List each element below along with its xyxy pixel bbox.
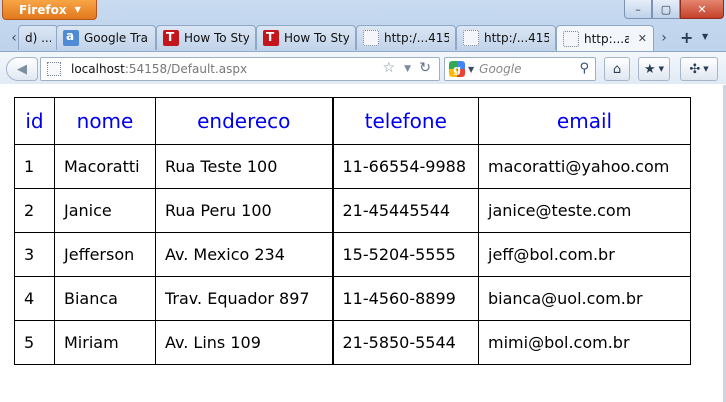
google-translate-icon — [63, 29, 79, 46]
tab-label: How To Styl... — [184, 31, 249, 45]
cell-id: 3 — [14, 232, 55, 277]
tab-how-to-style-2[interactable]: How To Styl... — [256, 25, 356, 50]
search-bar[interactable]: g ▼ ⚲ — [444, 57, 596, 81]
navigation-toolbar: ◀ localhost :54158/Default.aspx ☆ ▼ ↻ g … — [0, 51, 726, 84]
cell-email: jeff@bol.com.br — [478, 232, 691, 277]
blank-page-icon — [363, 30, 379, 46]
back-button[interactable]: ◀ — [6, 57, 38, 81]
chevron-down-icon: ▼ — [74, 5, 81, 14]
cell-nome: Macoratti — [54, 144, 156, 189]
tab-how-to-style-1[interactable]: How To Styl... — [156, 25, 256, 50]
cell-endereco: Trav. Equador 897 — [155, 276, 333, 321]
chevron-down-icon[interactable]: ▼ — [468, 65, 474, 74]
cell-endereco: Rua Peru 100 — [155, 188, 333, 233]
cell-id: 1 — [14, 144, 55, 189]
tab-label: Google Tra... — [84, 31, 149, 45]
cell-id: 4 — [14, 276, 55, 321]
tab-localhost-2[interactable]: http:/...4158/ — [456, 25, 556, 50]
blank-page-icon — [563, 30, 579, 47]
list-all-tabs-icon[interactable]: ▼ — [702, 32, 708, 41]
url-host: localhost — [71, 62, 125, 76]
cell-endereco: Av. Lins 109 — [155, 320, 333, 365]
cell-telefone: 21-45445544 — [331, 188, 479, 233]
minimize-button[interactable]: – — [624, 0, 652, 19]
table-row: 4 Bianca Trav. Equador 897 11-4560-8899 … — [14, 276, 691, 321]
scroll-tabs-right-icon[interactable]: › — [656, 28, 672, 48]
cell-endereco: Rua Teste 100 — [155, 144, 333, 189]
tab-label: http:...aspx — [584, 31, 629, 46]
table-row: 5 Miriam Av. Lins 109 21-5850-5544 mimi@… — [14, 320, 691, 365]
table-row: 1 Macoratti Rua Teste 100 11-66554-9988 … — [14, 144, 691, 189]
cell-telefone: 21-5850-5544 — [331, 320, 479, 365]
bookmark-star-icon[interactable]: ☆ — [382, 60, 395, 76]
cell-telefone: 11-66554-9988 — [331, 144, 479, 189]
new-tab-icon[interactable]: + — [680, 28, 693, 47]
browser-chrome: Firefox ▼ – ▢ ✕ ‹ d) ... Google Tra... H… — [0, 0, 726, 84]
bookmarks-button[interactable]: ★ ▼ — [638, 57, 670, 81]
tab-google-translate[interactable]: Google Tra... — [56, 25, 156, 50]
tab-label: http:/...4158/ — [384, 31, 449, 45]
site-logo-icon — [163, 30, 179, 46]
cell-email: mimi@bol.com.br — [478, 320, 691, 365]
tab-label: d) ... — [25, 31, 51, 45]
table-row: 3 Jefferson Av. Mexico 234 15-5204-5555 … — [14, 232, 691, 277]
tab-0[interactable]: d) ... — [18, 25, 58, 50]
google-icon[interactable]: g — [449, 61, 465, 77]
column-header-nome: nome — [54, 97, 156, 145]
search-input[interactable] — [479, 62, 576, 76]
cell-email: bianca@uol.com.br — [478, 276, 691, 321]
addons-button[interactable]: ✣ ▼ — [680, 57, 718, 81]
back-arrow-icon: ◀ — [17, 61, 27, 77]
page-content: id nome endereco telefone email 1 Macora… — [0, 85, 726, 402]
close-window-button[interactable]: ✕ — [680, 0, 724, 19]
table-row: 2 Janice Rua Peru 100 21-45445544 janice… — [14, 188, 691, 233]
home-button[interactable]: ⌂ — [604, 57, 630, 81]
tab-localhost-1[interactable]: http:/...4158/ — [356, 25, 456, 50]
tab-active[interactable]: http:...aspx ✕ — [556, 25, 654, 51]
column-header-endereco: endereco — [155, 97, 333, 145]
history-dropdown-icon[interactable]: ▼ — [404, 64, 411, 74]
column-header-email: email — [478, 97, 691, 145]
cell-email: macoratti@yahoo.com — [478, 144, 691, 189]
tab-label: How To Styl... — [284, 31, 349, 45]
search-icon[interactable]: ⚲ — [579, 61, 589, 76]
cell-nome: Miriam — [54, 320, 156, 365]
cell-nome: Jefferson — [54, 232, 156, 277]
cell-endereco: Av. Mexico 234 — [155, 232, 333, 277]
window-controls: – ▢ ✕ — [624, 0, 724, 19]
cell-id: 2 — [14, 188, 55, 233]
table-header-row: id nome endereco telefone email — [14, 97, 691, 145]
column-header-id: id — [14, 97, 55, 145]
url-path: :54158/Default.aspx — [124, 62, 248, 76]
cell-id: 5 — [14, 320, 55, 365]
firefox-menu-label: Firefox — [19, 2, 67, 17]
site-identity-icon[interactable] — [47, 62, 61, 76]
column-header-telefone: telefone — [331, 97, 479, 145]
site-logo-icon — [263, 30, 279, 46]
chevron-down-icon: ▼ — [658, 65, 665, 73]
cell-nome: Bianca — [54, 276, 156, 321]
firefox-menu-button[interactable]: Firefox ▼ — [2, 0, 97, 20]
close-tab-icon[interactable]: ✕ — [638, 32, 647, 45]
tab-strip: ‹ d) ... Google Tra... How To Styl... Ho… — [0, 24, 726, 51]
cell-telefone: 15-5204-5555 — [331, 232, 479, 277]
address-bar[interactable]: localhost :54158/Default.aspx ☆ ▼ ↻ — [40, 57, 440, 81]
maximize-button[interactable]: ▢ — [652, 0, 680, 19]
tab-label: http:/...4158/ — [484, 31, 549, 45]
puzzle-icon: ✣ — [689, 61, 701, 77]
cell-email: janice@teste.com — [478, 188, 691, 233]
reload-icon[interactable]: ↻ — [419, 60, 431, 76]
data-grid: id nome endereco telefone email 1 Macora… — [14, 97, 691, 365]
home-icon: ⌂ — [612, 61, 622, 77]
cell-telefone: 11-4560-8899 — [331, 276, 479, 321]
cell-nome: Janice — [54, 188, 156, 233]
chevron-down-icon: ▼ — [703, 65, 709, 73]
blank-page-icon — [463, 30, 479, 46]
bookmarks-icon: ★ — [643, 61, 656, 77]
